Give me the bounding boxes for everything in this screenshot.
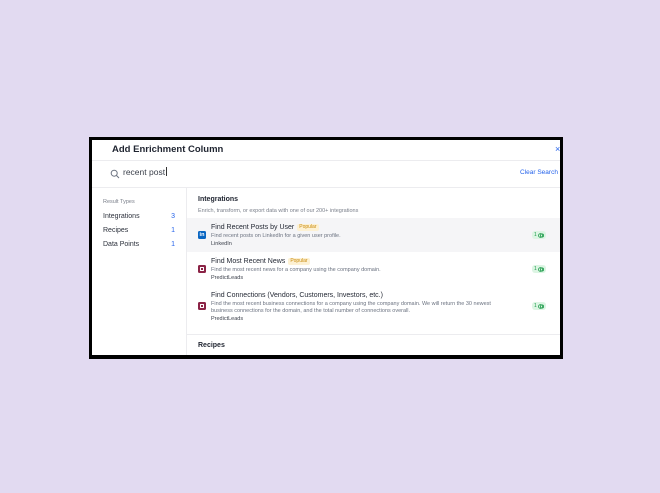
modal-title: Add Enrichment Column xyxy=(112,144,224,155)
search-icon xyxy=(110,169,120,179)
integration-item-connections[interactable]: Find Connections (Vendors, Customers, In… xyxy=(187,286,560,330)
integration-description: Find the most recent news for a company … xyxy=(211,267,381,273)
integration-description-line: Find the most recent business connection… xyxy=(211,301,491,307)
clear-search-button[interactable]: Clear Search xyxy=(520,169,558,176)
search-input[interactable]: recent post xyxy=(123,167,168,177)
coins-icon xyxy=(538,303,544,309)
linkedin-icon: in xyxy=(198,231,206,239)
sidebar-item-data-points[interactable]: Data Points 1 xyxy=(103,241,175,248)
credit-cost-badge: 1 xyxy=(532,265,546,273)
credit-cost-badge: 1 xyxy=(532,302,546,310)
integration-title-text: Find Most Recent News xyxy=(211,258,286,265)
integrations-section-subtitle: Enrich, transform, or export data with o… xyxy=(198,208,359,214)
predictleads-icon xyxy=(198,302,206,310)
integration-title: Find Most Recent News Popular xyxy=(211,258,310,265)
search-input-value: recent post xyxy=(123,167,166,177)
coins-icon xyxy=(538,266,544,272)
results-panel: Integrations Enrich, transform, or expor… xyxy=(187,188,560,355)
sidebar-item-count: 3 xyxy=(171,213,175,220)
integration-provider: PredictLeads xyxy=(211,275,244,281)
divider xyxy=(92,160,560,161)
integration-description-line: business connections for the domain, and… xyxy=(211,307,411,314)
integration-title-text: Find Recent Posts by User xyxy=(211,224,295,231)
integration-description: Find the most recent business connection… xyxy=(211,301,531,314)
integration-provider: LinkedIn xyxy=(211,241,232,247)
divider xyxy=(187,334,560,335)
sidebar-item-label: Recipes xyxy=(103,227,129,234)
integrations-section-title: Integrations xyxy=(198,196,239,203)
close-icon[interactable]: × xyxy=(555,144,560,154)
credit-cost: 1 xyxy=(534,266,537,272)
popular-badge: Popular xyxy=(297,224,319,231)
credit-cost: 1 xyxy=(534,232,537,238)
sidebar-item-integrations[interactable]: Integrations 3 xyxy=(103,213,175,220)
credit-cost-badge: 1 xyxy=(532,231,546,239)
integration-title: Find Connections (Vendors, Customers, In… xyxy=(211,292,383,299)
recipes-section-title: Recipes xyxy=(198,342,225,349)
text-caret xyxy=(166,167,168,176)
sidebar-item-label: Data Points xyxy=(103,241,140,248)
integration-provider: PredictLeads xyxy=(211,316,244,322)
result-types-heading: Result Types xyxy=(103,199,135,205)
sidebar-item-label: Integrations xyxy=(103,213,140,220)
coins-icon xyxy=(538,232,544,238)
sidebar-item-count: 1 xyxy=(171,241,175,248)
result-types-sidebar: Result Types Integrations 3 Recipes 1 Da… xyxy=(92,188,187,355)
popular-badge: Popular xyxy=(288,258,310,265)
window-frame: Add Enrichment Column × recent post Clea… xyxy=(89,137,563,359)
sidebar-item-recipes[interactable]: Recipes 1 xyxy=(103,227,175,234)
integration-item-recent-posts[interactable]: in Find Recent Posts by User Popular Find… xyxy=(187,218,560,252)
integration-title: Find Recent Posts by User Popular xyxy=(211,224,319,231)
credit-cost: 1 xyxy=(534,303,537,309)
enrichment-modal: Add Enrichment Column × recent post Clea… xyxy=(92,140,560,355)
integration-item-recent-news[interactable]: Find Most Recent News Popular Find the mo… xyxy=(187,252,560,286)
integration-description: Find recent posts on LinkedIn for a give… xyxy=(211,233,341,239)
predictleads-icon xyxy=(198,265,206,273)
sidebar-item-count: 1 xyxy=(171,227,175,234)
